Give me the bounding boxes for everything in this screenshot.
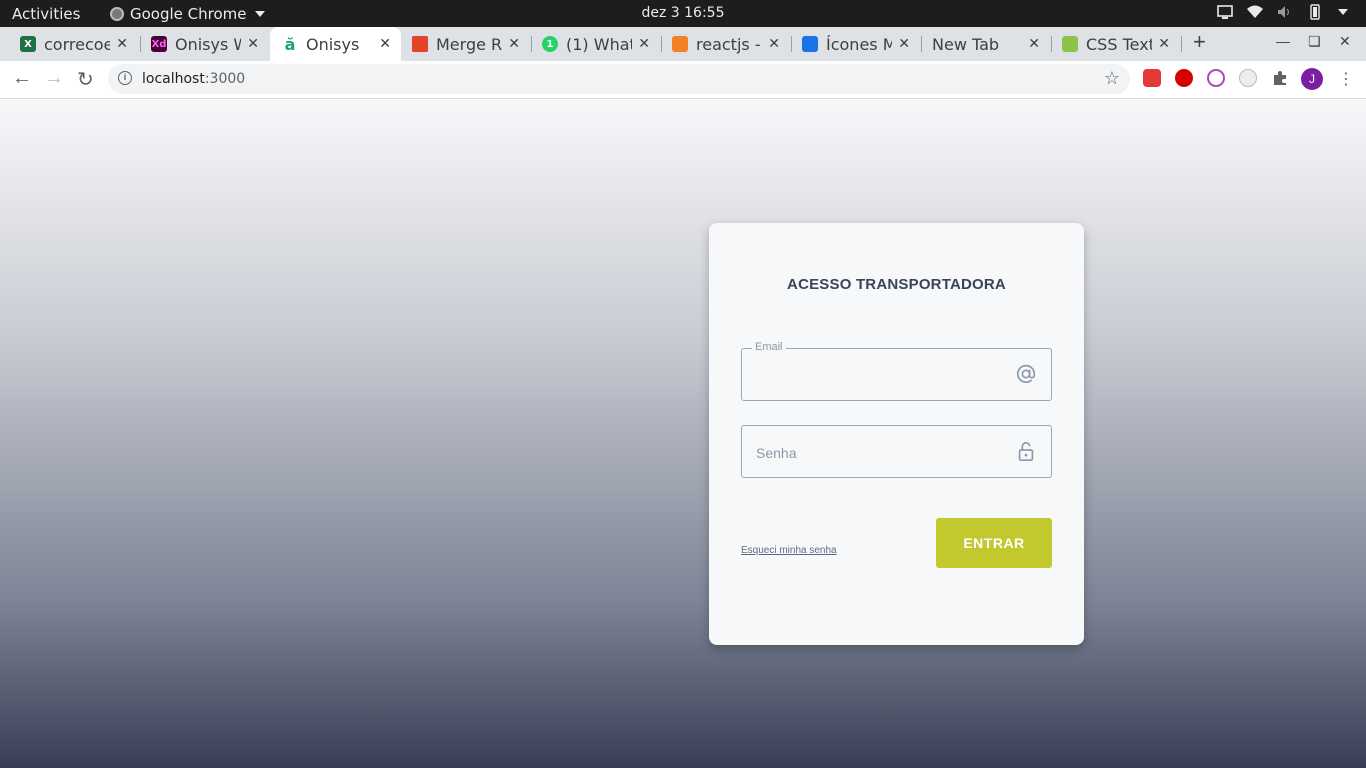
tab-title: Onisys — [306, 34, 360, 54]
menu-kebab-icon[interactable]: ⋮ — [1338, 69, 1354, 89]
excel-icon: X — [20, 36, 36, 52]
tab-title: Ícones Ma — [826, 34, 892, 54]
close-icon[interactable]: ✕ — [508, 36, 520, 52]
tab-title: New Tab — [932, 34, 1000, 54]
back-arrow-icon[interactable]: ← — [12, 67, 32, 90]
profile-avatar[interactable]: J — [1301, 68, 1323, 90]
tab-strip: X correcoes ✕ Xd Onisys W ✕ ă Onisys ✕ M… — [0, 27, 1366, 61]
tab-new-tab[interactable]: New Tab ✕ — [920, 27, 1050, 61]
forgot-password-link[interactable]: Esqueci minha senha — [741, 545, 837, 556]
browser-toolbar: ← → ↻ i localhost:3000 ☆ J ⋮ — [0, 61, 1366, 99]
stackoverflow-icon — [672, 36, 688, 52]
tab-title: Merge Re — [436, 34, 502, 54]
app-menu[interactable]: Google Chrome — [110, 5, 265, 23]
submit-button[interactable]: ENTRAR — [936, 518, 1052, 568]
tab-icones-material[interactable]: Ícones Ma ✕ — [790, 27, 920, 61]
close-icon[interactable]: ✕ — [898, 36, 910, 52]
gitlab-icon — [412, 36, 428, 52]
volume-icon — [1278, 6, 1289, 18]
tab-correcoes[interactable]: X correcoes ✕ — [8, 27, 138, 61]
minimize-button[interactable]: — — [1276, 33, 1290, 49]
tab-onisys[interactable]: ă Onisys ✕ — [270, 27, 401, 61]
address-bar[interactable]: i localhost:3000 ☆ — [108, 64, 1130, 94]
youtube-extension-icon[interactable] — [1143, 69, 1161, 87]
password-input[interactable] — [754, 426, 1008, 479]
info-icon[interactable]: i — [118, 71, 132, 85]
email-input[interactable] — [754, 349, 1008, 402]
email-field: Email — [741, 341, 1052, 402]
close-icon[interactable]: ✕ — [1158, 36, 1170, 52]
close-icon[interactable]: ✕ — [768, 36, 780, 52]
wifi-icon — [1247, 5, 1263, 18]
restore-button[interactable]: ❏ — [1308, 33, 1321, 50]
clock[interactable]: dez 3 16:55 — [641, 5, 724, 21]
material-icon — [802, 36, 818, 52]
close-icon[interactable]: ✕ — [638, 36, 650, 52]
url-text: localhost:3000 — [142, 71, 246, 87]
app-name: Google Chrome — [130, 5, 247, 23]
tab-css-text[interactable]: CSS Text ✕ — [1050, 27, 1180, 61]
battery-icon — [1310, 4, 1320, 20]
chevron-down-icon — [254, 11, 265, 17]
screen-icon — [1217, 5, 1233, 19]
tab-title: (1) Whats — [566, 34, 632, 54]
password-field — [741, 425, 1052, 479]
at-sign-icon — [1016, 364, 1036, 383]
close-icon[interactable]: ✕ — [379, 36, 391, 52]
puzzle-extensions-icon[interactable] — [1271, 69, 1289, 87]
system-top-bar: Activities Google Chrome dez 3 16:55 — [0, 0, 1366, 27]
activities-button[interactable]: Activities — [12, 5, 80, 23]
adblock-extension-icon[interactable] — [1175, 69, 1193, 87]
new-tab-button[interactable]: + — [1193, 29, 1206, 55]
page-background: ACESSO TRANSPORTADORA Email Esqueci minh… — [0, 99, 1366, 768]
broadcast-extension-icon[interactable] — [1207, 69, 1225, 87]
close-window-button[interactable]: ✕ — [1339, 33, 1351, 50]
close-icon[interactable]: ✕ — [247, 36, 259, 52]
onisys-icon: ă — [284, 34, 296, 54]
login-title: ACESSO TRANSPORTADORA — [787, 276, 1006, 293]
tab-title: correcoes — [44, 34, 110, 54]
bookmark-star-icon[interactable]: ☆ — [1104, 68, 1120, 89]
whatsapp-icon: 1 — [542, 36, 558, 52]
forward-arrow-icon[interactable]: → — [44, 67, 64, 90]
close-icon[interactable]: ✕ — [1028, 36, 1040, 52]
unlock-icon — [1018, 441, 1034, 461]
chevron-down-icon — [1338, 9, 1348, 15]
tab-reactjs[interactable]: reactjs - N ✕ — [660, 27, 790, 61]
tab-whatsapp[interactable]: 1 (1) Whats ✕ — [530, 27, 660, 61]
tab-title: Onisys W — [175, 34, 241, 54]
login-card: ACESSO TRANSPORTADORA Email Esqueci minh… — [709, 223, 1084, 645]
timer-extension-icon[interactable] — [1239, 69, 1257, 87]
tab-title: CSS Text — [1086, 34, 1152, 54]
css-icon — [1062, 36, 1078, 52]
tab-onisys-xd[interactable]: Xd Onisys W ✕ — [139, 27, 269, 61]
tab-title: reactjs - N — [696, 34, 762, 54]
close-icon[interactable]: ✕ — [116, 36, 128, 52]
system-tray[interactable] — [1216, 3, 1348, 21]
chrome-icon — [110, 7, 124, 21]
xd-icon: Xd — [151, 36, 167, 52]
tab-merge-request[interactable]: Merge Re ✕ — [400, 27, 530, 61]
reload-icon[interactable]: ↻ — [77, 67, 94, 92]
